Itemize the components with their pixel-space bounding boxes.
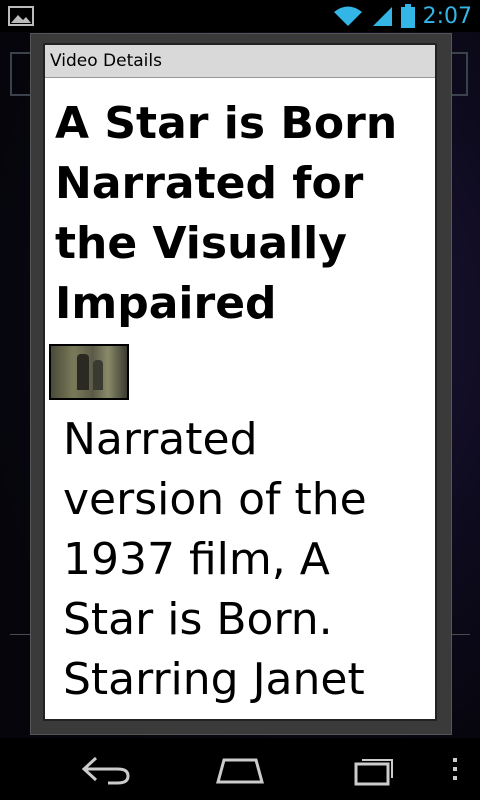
thumbnail-figure xyxy=(77,354,89,390)
status-icons: 2:07 xyxy=(333,0,472,32)
screen: 2:07 Video Details A Star is Born Narrat… xyxy=(0,0,480,800)
dialog-title: Video Details xyxy=(45,45,435,78)
status-bar: 2:07 xyxy=(0,0,480,32)
navigation-bar xyxy=(0,738,480,800)
video-description: Narrated version of the 1937 film, A Sta… xyxy=(63,414,367,705)
status-time: 2:07 xyxy=(422,3,472,29)
signal-icon xyxy=(372,7,392,26)
home-icon[interactable] xyxy=(212,752,268,786)
back-icon[interactable] xyxy=(78,752,134,786)
video-details-dialog[interactable]: Video Details A Star is Born Narrated fo… xyxy=(43,43,437,721)
wifi-icon xyxy=(333,6,362,26)
battery-icon xyxy=(400,4,415,28)
gallery-icon xyxy=(8,6,34,26)
thumbnail-figure xyxy=(93,360,103,390)
video-title: A Star is Born Narrated for the Visually… xyxy=(55,98,398,329)
video-thumbnail[interactable] xyxy=(49,344,129,400)
recent-apps-icon[interactable] xyxy=(346,752,402,786)
menu-icon[interactable] xyxy=(440,752,470,786)
